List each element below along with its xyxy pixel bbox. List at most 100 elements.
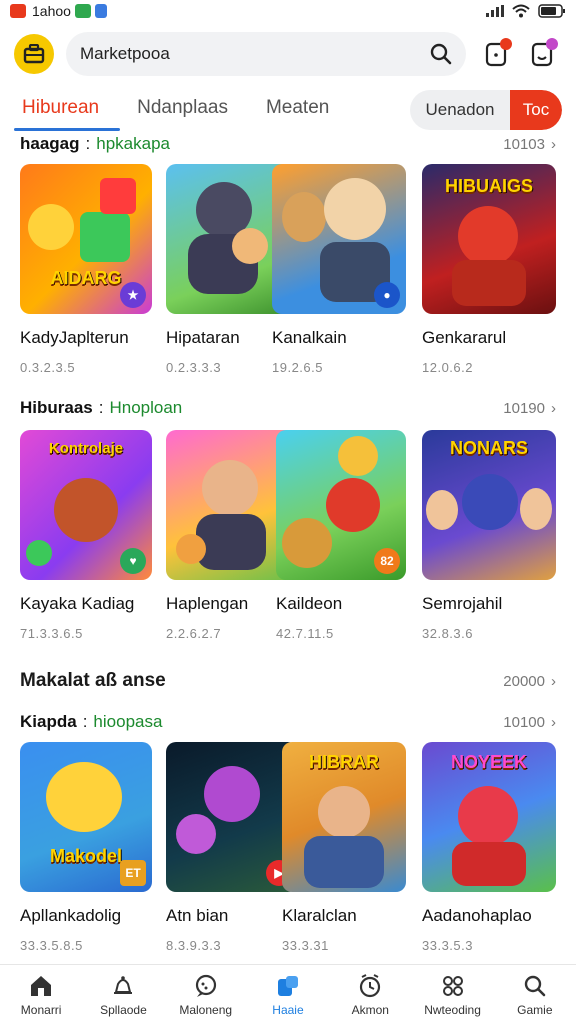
section-title: Makalat aß anse <box>20 670 166 691</box>
bottom-nav: Monarri Spllaode Maloneng Haaie Akmon Nw… <box>0 964 576 1024</box>
game-thumbnail: AIDARG ★ <box>20 164 152 314</box>
game-card[interactable]: ● Kanalkain 19.2.6.5 <box>272 164 406 375</box>
notification-badge <box>500 38 512 50</box>
game-meta: 19.2.6.5 <box>272 360 323 375</box>
game-card[interactable]: NONARS Semrojahil 32.8.3.6 <box>422 430 556 641</box>
card-row: Kontrolaje ♥ Kayaka Kadiag 71.3.3.6.5 Ha… <box>20 430 560 660</box>
section-header: Makalat aß anse 20000 › <box>20 670 556 692</box>
game-meta: 12.0.6.2 <box>422 360 473 375</box>
nav-akmon[interactable]: Akmon <box>329 965 411 1024</box>
segment-left-button[interactable]: Uenadon <box>410 100 510 120</box>
game-meta: 71.3.3.6.5 <box>20 626 83 641</box>
signal-icon <box>486 5 504 17</box>
game-card[interactable]: 82 Kaildeon 42.7.11.5 <box>276 430 406 641</box>
profile-button[interactable] <box>526 38 558 70</box>
home-icon <box>31 975 52 996</box>
chevron-right-icon: › <box>551 399 556 417</box>
section-subtitle: Hnoploan <box>109 398 183 417</box>
game-title: Genkararul <box>422 328 507 347</box>
game-title: Klaralclan <box>282 906 357 925</box>
nav-home[interactable]: Monarri <box>0 965 82 1024</box>
game-title: Semrojahil <box>422 594 503 613</box>
status-time: 1ahoo <box>32 3 71 19</box>
game-card[interactable]: Makodel ET Apllankadolig 33.3.5.8.5 <box>20 742 152 953</box>
segment-toggle[interactable]: Uenadon Toc <box>410 90 562 130</box>
game-thumbnail: 82 <box>276 430 406 580</box>
chevron-right-icon: › <box>551 672 556 690</box>
active-tab-indicator <box>14 128 120 131</box>
profile-badge <box>546 38 558 50</box>
game-card[interactable]: NOYEEK Aadanohaplao 33.3.5.3 <box>422 742 556 953</box>
search-input[interactable]: Marketpooa <box>66 32 466 76</box>
game-title: Kanalkain <box>272 328 347 347</box>
nav-label: Maloneng <box>179 1002 233 1017</box>
briefcase-icon <box>23 44 45 64</box>
game-thumbnail: ● <box>272 164 406 314</box>
nav-haaie[interactable]: Haaie <box>247 965 329 1024</box>
section-title: Kiapda <box>20 712 77 731</box>
nav-label: Monarri <box>20 1002 62 1017</box>
nav-label: Akmon <box>351 1002 389 1017</box>
bell-icon <box>114 975 133 994</box>
nav-nwteoding[interactable]: Nwteoding <box>411 965 493 1024</box>
game-title: KadyJaplterun <box>20 328 129 347</box>
game-card[interactable]: HIBRAR Klaralclan 33.3.31 <box>282 742 406 953</box>
search-icon[interactable] <box>430 43 452 65</box>
section-header: Hiburaas : Hnoploan 10190 › <box>20 398 556 417</box>
section-more-link[interactable]: 10100 › <box>503 714 556 731</box>
section-more-link[interactable]: 10190 › <box>503 400 556 417</box>
nav-label: Spllaode <box>100 1002 147 1017</box>
section-subtitle: hioopasa <box>93 712 163 731</box>
nav-spllaode[interactable]: Spllaode <box>82 965 164 1024</box>
game-title: Kayaka Kadiag <box>20 594 135 613</box>
game-thumbnail: Makodel ET <box>20 742 152 892</box>
app-logo-button[interactable] <box>14 34 54 74</box>
section-title: Hiburaas <box>20 398 93 417</box>
section-header: haagag : hpkakapa 10103 › <box>20 134 556 153</box>
nav-label: Haaie <box>272 1002 304 1017</box>
store-icon <box>277 975 298 996</box>
game-meta: 42.7.11.5 <box>276 626 334 641</box>
tab-ndanplaas[interactable]: Ndanplaas <box>137 97 228 123</box>
wifi-icon <box>512 4 530 18</box>
game-meta: 33.3.5.8.5 <box>20 938 83 953</box>
game-thumbnail: Kontrolaje ♥ <box>20 430 152 580</box>
battery-icon <box>538 4 565 18</box>
nav-label: Gamie <box>517 1002 553 1017</box>
game-card[interactable]: AIDARG ★ KadyJaplterun 0.3.2.3.5 <box>20 164 152 375</box>
section-title: haagag <box>20 134 80 153</box>
status-bar: 1ahoo <box>0 0 576 22</box>
game-meta: 32.8.3.6 <box>422 626 473 641</box>
segment-right-button[interactable]: Toc <box>510 90 562 130</box>
game-meta: 8.3.9.3.3 <box>166 938 222 953</box>
nav-maloneng[interactable]: Maloneng <box>165 965 247 1024</box>
clock-icon <box>360 973 381 997</box>
game-thumbnail: NOYEEK <box>422 742 556 892</box>
search-placeholder: Marketpooa <box>80 44 170 63</box>
card-row: Makodel ET Apllankadolig 33.3.5.8.5 ▶ At… <box>20 742 560 972</box>
game-title: Apllankadolig <box>20 906 122 925</box>
game-meta: 33.3.5.3 <box>422 938 473 953</box>
game-thumbnail: ▶ <box>166 742 298 892</box>
game-card[interactable]: HIBUAIGS Genkararul 12.0.6.2 <box>422 164 556 375</box>
notification-icon <box>10 4 26 18</box>
section-more-link[interactable]: 20000 › <box>503 673 556 690</box>
app-icon <box>94 4 107 18</box>
nav-gamie[interactable]: Gamie <box>494 965 576 1024</box>
tab-meaten[interactable]: Meaten <box>266 97 329 123</box>
chevron-right-icon: › <box>551 135 556 153</box>
chevron-right-icon: › <box>551 713 556 731</box>
game-thumbnail: HIBRAR <box>282 742 406 892</box>
game-card[interactable]: ▶ Atn bian 8.3.9.3.3 <box>166 742 298 953</box>
section-subtitle: hpkakapa <box>96 134 170 153</box>
tab-hiburean[interactable]: Hiburean <box>22 97 99 123</box>
game-card[interactable]: Kontrolaje ♥ Kayaka Kadiag 71.3.3.6.5 <box>20 430 152 641</box>
section-more-link[interactable]: 10103 › <box>503 136 556 153</box>
game-thumbnail: NONARS <box>422 430 556 580</box>
notifications-button[interactable] <box>480 38 512 70</box>
game-title: Atn bian <box>166 906 229 925</box>
game-title: Aadanohaplao <box>422 906 532 925</box>
game-meta: 0.3.2.3.5 <box>20 360 76 375</box>
card-row: AIDARG ★ KadyJaplterun 0.3.2.3.5 Hipatar… <box>20 164 560 394</box>
game-title: Kaildeon <box>276 594 343 613</box>
